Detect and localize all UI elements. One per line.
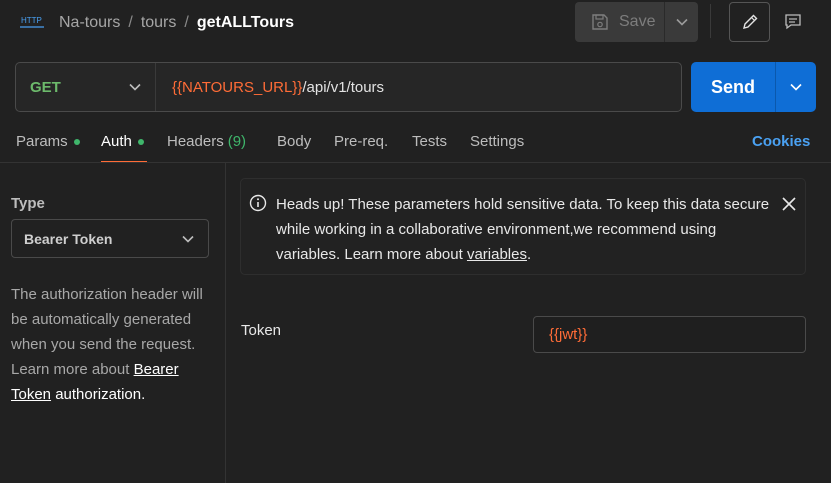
token-input[interactable]: {{jwt}} xyxy=(533,316,806,353)
token-label: Token xyxy=(241,322,282,339)
method-select[interactable]: GET xyxy=(16,63,156,111)
tab-params[interactable]: Params xyxy=(16,133,80,150)
breadcrumb-folder[interactable]: tours xyxy=(141,14,177,32)
tab-label: Pre-req. xyxy=(334,133,389,150)
chevron-down-icon xyxy=(182,235,194,243)
request-tabs: Params Auth Headers (9) Body Pre-req. Tes… xyxy=(0,128,831,162)
tab-indicator xyxy=(137,138,144,145)
auth-help-text: The authorization header will be automat… xyxy=(11,282,216,407)
tab-body[interactable]: Body xyxy=(277,133,311,150)
tab-label: Headers xyxy=(167,133,224,150)
breadcrumb-separator: / xyxy=(128,14,133,31)
chevron-down-icon xyxy=(790,83,802,91)
sensitive-data-alert: Heads up! These parameters hold sensitiv… xyxy=(240,178,806,275)
tab-headers[interactable]: Headers (9) xyxy=(167,133,246,150)
toolbar-divider xyxy=(710,4,711,38)
request-name[interactable]: getALLTours xyxy=(197,14,294,32)
send-options-button[interactable] xyxy=(775,62,816,112)
save-button-group: Save xyxy=(575,2,698,42)
cookies-link[interactable]: Cookies xyxy=(752,133,810,150)
save-button[interactable]: Save xyxy=(575,2,664,42)
tab-count: (9) xyxy=(227,133,247,150)
auth-type-select[interactable]: Bearer Token xyxy=(11,219,209,258)
breadcrumb: Na-tours / tours / getALLTours xyxy=(59,12,294,34)
tab-indicator xyxy=(73,138,80,145)
tab-label: Body xyxy=(277,133,312,150)
tab-label: Auth xyxy=(101,133,132,150)
tabs-divider xyxy=(0,162,831,163)
chevron-down-icon xyxy=(129,83,141,91)
breadcrumb-separator: / xyxy=(184,14,189,31)
tab-label: Tests xyxy=(412,133,448,150)
url-variable: {{NATOURS_URL}} xyxy=(172,78,303,96)
send-button-group: Send xyxy=(691,62,816,112)
chevron-down-icon xyxy=(675,18,688,26)
edit-button[interactable] xyxy=(729,2,770,42)
tab-label: Settings xyxy=(470,133,525,150)
comments-button[interactable] xyxy=(772,2,813,42)
auth-type-label: Type xyxy=(11,195,45,212)
alert-message: Heads up! These parameters hold sensitiv… xyxy=(276,192,776,267)
tab-label: Params xyxy=(16,133,68,150)
url-input[interactable]: {{NATOURS_URL}}/api/v1/tours xyxy=(156,79,384,96)
method-label: GET xyxy=(30,78,61,96)
breadcrumb-collection[interactable]: Na-tours xyxy=(59,14,120,32)
variables-link[interactable]: variables xyxy=(467,246,527,263)
auth-help-tail: authorization. xyxy=(55,386,146,403)
alert-tail: . xyxy=(526,246,532,263)
tab-tests[interactable]: Tests xyxy=(412,133,447,150)
tab-settings[interactable]: Settings xyxy=(470,133,524,150)
send-button[interactable]: Send xyxy=(691,62,775,112)
panel-divider xyxy=(225,163,226,483)
tab-auth[interactable]: Auth xyxy=(101,133,144,150)
pencil-icon xyxy=(742,14,757,29)
info-icon xyxy=(249,194,267,212)
url-path: /api/v1/tours xyxy=(302,78,385,96)
url-bar: GET {{NATOURS_URL}}/api/v1/tours xyxy=(15,62,682,112)
save-label: Save xyxy=(619,13,656,30)
save-options-button[interactable] xyxy=(664,2,698,42)
save-icon xyxy=(592,14,608,30)
tab-pre-request[interactable]: Pre-req. xyxy=(334,133,388,150)
auth-type-value: Bearer Token xyxy=(24,230,113,247)
comment-icon xyxy=(784,14,801,30)
svg-text:HTTP: HTTP xyxy=(21,16,42,25)
http-request-icon: HTTP xyxy=(20,16,44,28)
close-icon[interactable] xyxy=(781,196,797,212)
